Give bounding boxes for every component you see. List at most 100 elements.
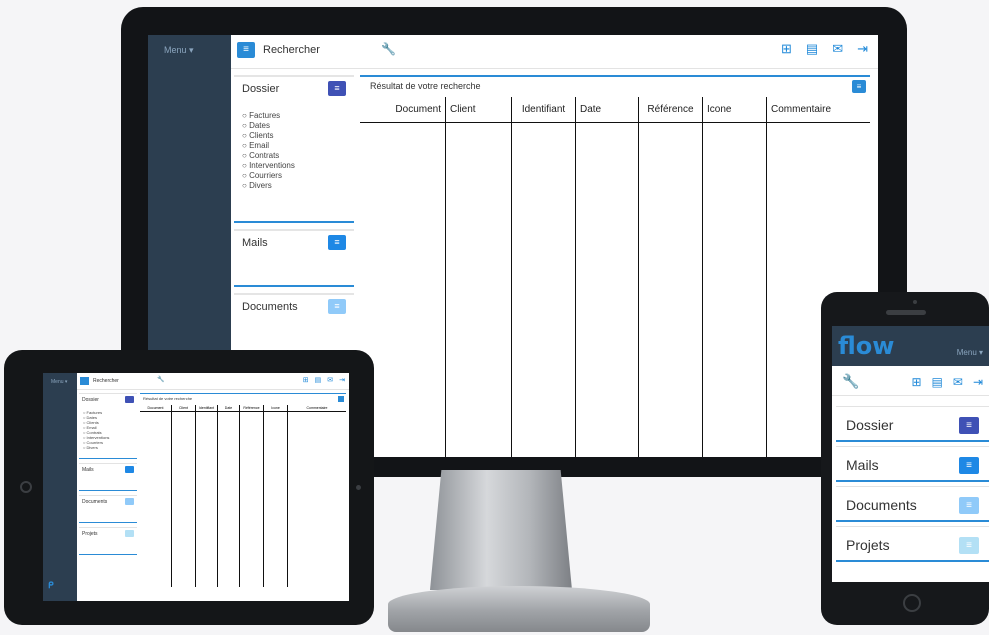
tablet-camera — [356, 485, 361, 490]
phone-device: flow Menu ▾ 🔧 ⊞ ▤ ✉ ⇥ Dossier ≡ Mails ≡ … — [821, 292, 989, 625]
left-panels: Dossier ≡ Factures Dates Clients Email C… — [234, 75, 354, 327]
column-header[interactable]: Identifiant — [196, 405, 217, 412]
menu-toggle[interactable]: Menu ▾ — [164, 45, 194, 56]
results-panel: Résultat de votre recherche Document Cli… — [140, 393, 346, 587]
results-title: Résultat de votre recherche — [143, 396, 193, 401]
documents-toggle-button[interactable]: ≡ — [959, 497, 979, 514]
dossier-options: Factures Dates Clients Email Contrats In… — [234, 101, 354, 221]
dossier-toggle-button[interactable] — [125, 396, 134, 403]
menu-toggle[interactable]: Menu ▾ — [957, 348, 983, 357]
results-table: Document Client Identifiant Date Référen… — [140, 405, 346, 587]
panel-documents: Documents — [79, 495, 137, 523]
results-table: Document Client Identifiant Date Référen… — [360, 97, 870, 457]
toolbar-icons: ⊞ ▤ ✉ ⇥ — [781, 41, 868, 57]
radio-option[interactable]: Factures — [242, 111, 346, 121]
phone-speaker — [886, 310, 926, 315]
search-menu-button[interactable] — [80, 377, 89, 385]
panel-title: Mails — [242, 237, 268, 249]
column-header[interactable]: Identifiant — [512, 97, 575, 123]
column-header[interactable]: Document — [360, 97, 445, 123]
header: flow Menu ▾ — [832, 326, 989, 366]
panel-projets[interactable]: Projets ≡ — [836, 526, 989, 562]
tablet-screen: Menu ▾ ᑭ Rechercher 🔧 ⊞ ▤ ✉ ⇥ Dossier Fa… — [43, 373, 349, 601]
column-header[interactable]: Document — [140, 405, 171, 412]
logo: flow — [838, 332, 895, 360]
mails-toggle-button[interactable] — [125, 466, 134, 473]
mail-icon[interactable]: ✉ — [327, 376, 333, 384]
documents-icon[interactable]: ▤ — [315, 376, 322, 384]
add-icon[interactable]: ⊞ — [911, 375, 921, 389]
mails-toggle-button[interactable]: ≡ — [328, 235, 346, 250]
panel-title: Mails — [846, 457, 879, 473]
wrench-icon[interactable]: 🔧 — [842, 373, 859, 390]
panel-title: Documents — [846, 497, 917, 513]
logout-icon[interactable]: ⇥ — [339, 376, 345, 384]
documents-icon[interactable]: ▤ — [806, 41, 818, 57]
phone-camera — [913, 300, 917, 304]
topbar: Rechercher 🔧 ⊞ ▤ ✉ ⇥ — [77, 373, 349, 390]
radio-option[interactable]: Divers — [242, 181, 346, 191]
left-panels: Dossier Factures Dates Clients Email Con… — [79, 393, 137, 559]
mail-icon[interactable]: ✉ — [953, 375, 963, 389]
radio-option[interactable]: Interventions — [242, 161, 346, 171]
column-header[interactable]: Commentaire — [288, 405, 346, 412]
documents-toggle-button[interactable] — [125, 498, 134, 505]
panel-documents: Documents ≡ — [234, 293, 354, 321]
column-header[interactable]: Date — [218, 405, 239, 412]
radio-option[interactable]: Contrats — [242, 151, 346, 161]
column-header[interactable]: Icone — [703, 97, 766, 123]
panel-documents[interactable]: Documents ≡ — [836, 486, 989, 522]
panel-mails[interactable]: Mails ≡ — [836, 446, 989, 482]
wrench-icon[interactable]: 🔧 — [381, 42, 396, 56]
documents-icon[interactable]: ▤ — [932, 375, 943, 389]
column-header[interactable]: Commentaire — [767, 97, 870, 123]
panel-dossier: Dossier ≡ Factures Dates Clients Email C… — [234, 75, 354, 223]
panel-mails: Mails ≡ — [234, 229, 354, 287]
column-header[interactable]: Référence — [639, 97, 702, 123]
results-menu-button[interactable]: ≡ — [852, 80, 866, 93]
logout-icon[interactable]: ⇥ — [857, 41, 868, 57]
toolbar-icons: ⊞ ▤ ✉ ⇥ — [303, 376, 345, 384]
column-header[interactable]: Client — [446, 97, 511, 123]
dossier-toggle-button[interactable]: ≡ — [959, 417, 979, 434]
panel-title: Documents — [242, 301, 298, 313]
menu-toggle[interactable]: Menu ▾ — [51, 379, 67, 385]
search-menu-button[interactable]: ≡ — [237, 42, 255, 58]
toolbar: 🔧 ⊞ ▤ ✉ ⇥ — [832, 366, 989, 396]
radio-option[interactable]: Divers — [83, 445, 133, 450]
radio-option[interactable]: Clients — [242, 131, 346, 141]
wrench-icon[interactable]: 🔧 — [157, 376, 164, 383]
radio-option[interactable]: Courriers — [242, 171, 346, 181]
logout-icon[interactable]: ⇥ — [973, 375, 983, 389]
radio-option[interactable]: Email — [242, 141, 346, 151]
monitor-stand — [430, 470, 572, 590]
panel-mails: Mails — [79, 463, 137, 491]
panel-title: Projets — [846, 537, 890, 553]
add-icon[interactable]: ⊞ — [781, 41, 792, 57]
dossier-toggle-button[interactable]: ≡ — [328, 81, 346, 96]
documents-toggle-button[interactable]: ≡ — [328, 299, 346, 314]
column-header[interactable]: Icone — [264, 405, 287, 412]
panel-title: Dossier — [846, 417, 894, 433]
phone-screen: flow Menu ▾ 🔧 ⊞ ▤ ✉ ⇥ Dossier ≡ Mails ≡ … — [832, 326, 989, 582]
mail-icon[interactable]: ✉ — [832, 41, 843, 57]
panel-dossier: Dossier Factures Dates Clients Email Con… — [79, 393, 137, 459]
column-header[interactable]: Date — [576, 97, 638, 123]
sidebar: Menu ▾ ᑭ — [43, 373, 77, 601]
toolbar-icons: ⊞ ▤ ✉ ⇥ — [911, 375, 983, 389]
search-label: Rechercher — [93, 378, 119, 384]
column-header[interactable]: Client — [172, 405, 195, 412]
mails-toggle-button[interactable]: ≡ — [959, 457, 979, 474]
radio-option[interactable]: Dates — [242, 121, 346, 131]
panel-dossier[interactable]: Dossier ≡ — [836, 406, 989, 442]
column-header[interactable]: Référence — [240, 405, 263, 412]
phone-home-button — [903, 594, 921, 612]
tablet-device: Menu ▾ ᑭ Rechercher 🔧 ⊞ ▤ ✉ ⇥ Dossier Fa… — [4, 350, 374, 625]
results-menu-button[interactable] — [338, 396, 344, 402]
projets-toggle-button[interactable]: ≡ — [959, 537, 979, 554]
results-title: Résultat de votre recherche — [370, 81, 481, 91]
results-panel: Résultat de votre recherche ≡ Document C… — [360, 75, 870, 457]
projets-toggle-button[interactable] — [125, 530, 134, 537]
add-icon[interactable]: ⊞ — [303, 376, 309, 384]
dossier-options: Factures Dates Clients Email Contrats In… — [79, 406, 137, 458]
